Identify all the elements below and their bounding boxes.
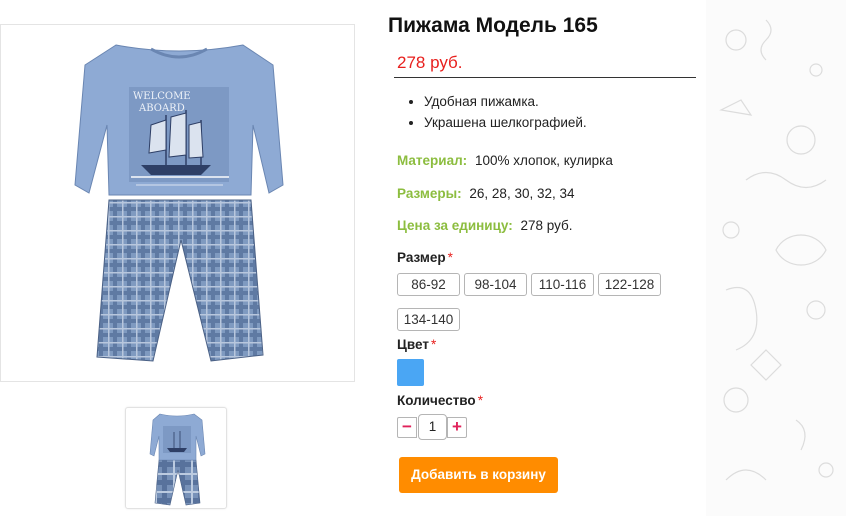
size-option-86-92[interactable]: 86-92 — [397, 273, 460, 296]
add-to-cart-button[interactable]: Добавить в корзину — [399, 457, 558, 493]
print-text-aboard: ABOARD — [138, 103, 185, 114]
spec-unit-price-value: 278 руб. — [520, 218, 573, 233]
feature-list: Удобная пижамка. Украшена шелкографией. — [408, 91, 587, 133]
required-mark: * — [430, 337, 437, 352]
price-divider — [394, 77, 696, 78]
quantity-option-label: Количество * — [397, 393, 483, 408]
color-option-label: Цвет * — [397, 337, 436, 352]
required-mark: * — [477, 393, 483, 408]
feature-item: Удобная пижамка. — [424, 91, 587, 112]
size-label-text: Размер — [397, 250, 446, 265]
spec-sizes-label: Размеры: — [397, 186, 462, 201]
spec-sizes: Размеры: 26, 28, 30, 32, 34 — [397, 186, 575, 201]
spec-unit-price-label: Цена за единицу: — [397, 218, 513, 233]
size-option-134-140[interactable]: 134-140 — [397, 308, 460, 331]
size-option-98-104[interactable]: 98-104 — [464, 273, 527, 296]
size-option-label: Размер * — [397, 250, 453, 265]
color-swatch-blue[interactable] — [397, 359, 424, 386]
product-price: 278 руб. — [397, 53, 463, 72]
product-thumbnail[interactable] — [125, 407, 227, 509]
color-label-text: Цвет — [397, 337, 429, 352]
size-option-110-116[interactable]: 110-116 — [531, 273, 594, 296]
spec-material-label: Материал: — [397, 153, 468, 168]
required-mark: * — [447, 250, 453, 265]
quantity-input[interactable]: 1 — [418, 414, 447, 440]
spec-material: Материал: 100% хлопок, кулирка — [397, 153, 613, 168]
spec-unit-price: Цена за единицу: 278 руб. — [397, 218, 573, 233]
product-title: Пижама Модель 165 — [388, 14, 598, 37]
product-main-image[interactable]: WELCOME ABOARD — [0, 24, 355, 382]
size-option-122-128[interactable]: 122-128 — [598, 273, 661, 296]
quantity-increase-button[interactable]: + — [447, 417, 467, 438]
print-text-welcome: WELCOME — [133, 91, 191, 102]
feature-item: Украшена шелкографией. — [424, 112, 587, 133]
quantity-decrease-button[interactable]: − — [397, 417, 417, 438]
quantity-label-text: Количество — [397, 393, 476, 408]
spec-material-value: 100% хлопок, кулирка — [474, 153, 613, 168]
background-doodles — [706, 0, 846, 516]
spec-sizes-value: 26, 28, 30, 32, 34 — [469, 186, 575, 201]
